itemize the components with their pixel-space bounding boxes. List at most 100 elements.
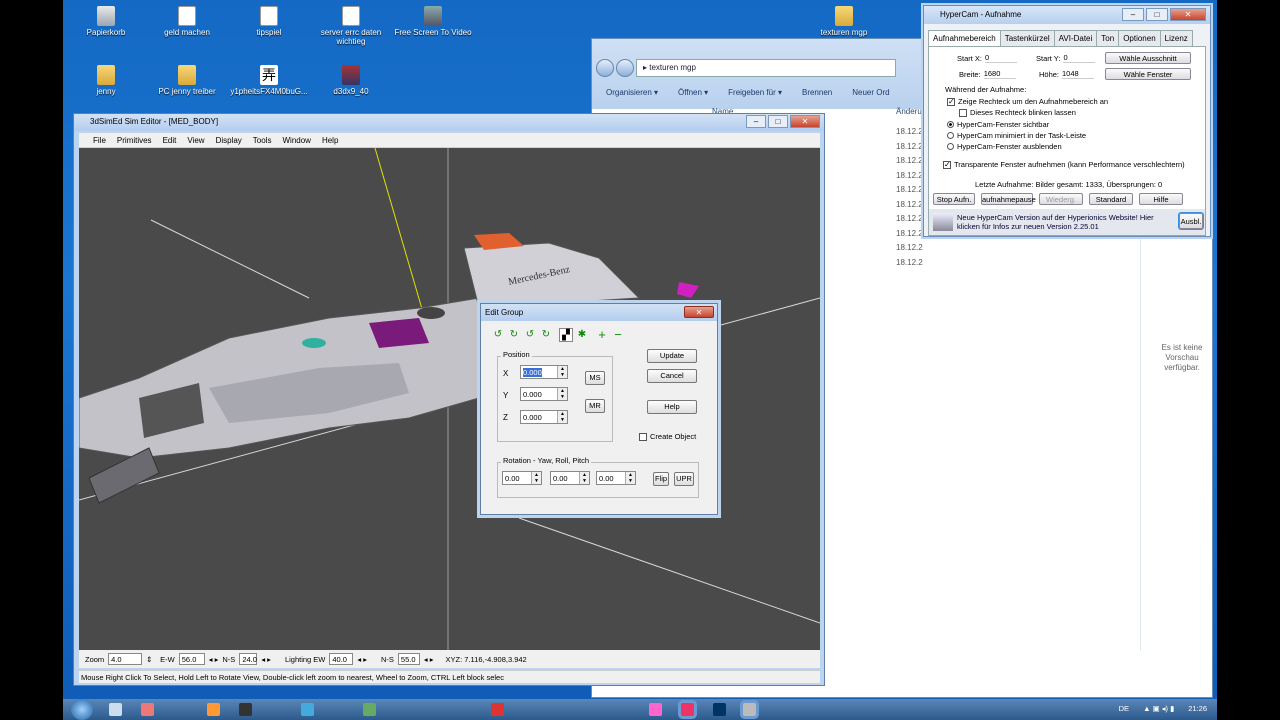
- start-y-field[interactable]: 0: [1063, 53, 1096, 63]
- close-button[interactable]: ✕: [790, 115, 820, 128]
- spinner-icon[interactable]: ▲ ▼: [625, 472, 635, 484]
- select-window-button[interactable]: Wähle Fenster: [1105, 68, 1191, 80]
- rotate-back-icon[interactable]: ↺: [523, 328, 537, 342]
- filezilla-taskbar-icon[interactable]: [491, 703, 504, 716]
- help-button[interactable]: Help: [647, 400, 697, 414]
- desktop-icon-image-file[interactable]: 弄 y1pheitsFX4M0buG...: [226, 65, 312, 96]
- ew-stepper-icon[interactable]: ◂ ▸: [209, 655, 219, 664]
- flip-button[interactable]: Flip: [653, 472, 669, 486]
- tab-ton[interactable]: Ton: [1096, 30, 1120, 46]
- breite-field[interactable]: 1680: [983, 69, 1016, 79]
- spinner-icon[interactable]: ▲ ▼: [557, 366, 567, 378]
- menu-tools[interactable]: Tools: [253, 136, 272, 145]
- maximize-button[interactable]: □: [1146, 8, 1168, 21]
- list-item[interactable]: 18.12.2: [896, 140, 923, 155]
- menu-view[interactable]: View: [187, 136, 204, 145]
- app-taskbar-icon[interactable]: [239, 703, 252, 716]
- tab-lizenz[interactable]: Lizenz: [1159, 30, 1193, 46]
- playback-button[interactable]: Wiederg.: [1039, 193, 1083, 205]
- default-button[interactable]: Standard: [1089, 193, 1133, 205]
- start-button[interactable]: [71, 699, 93, 720]
- spinner-icon[interactable]: ▲ ▼: [557, 411, 567, 423]
- menu-primitives[interactable]: Primitives: [117, 136, 152, 145]
- spinner-icon[interactable]: ▲ ▼: [531, 472, 541, 484]
- tab-optionen[interactable]: Optionen: [1118, 30, 1161, 46]
- minimize-button[interactable]: –: [1122, 8, 1144, 21]
- menu-edit[interactable]: Edit: [163, 136, 177, 145]
- app-taskbar-icon[interactable]: [649, 703, 662, 716]
- start-x-field[interactable]: 0: [985, 53, 1018, 63]
- rotate-left-icon[interactable]: ↺: [491, 328, 505, 342]
- desktop-icon-pc-jenny-treiber[interactable]: PC jenny treiber: [144, 65, 230, 96]
- rotate-forward-icon[interactable]: ↻: [539, 328, 553, 342]
- hypercam-taskbar-icon[interactable]: [743, 703, 756, 716]
- new-folder-button[interactable]: Neuer Ord: [852, 88, 889, 100]
- close-button[interactable]: ✕: [684, 306, 714, 318]
- desktop-icon-geld-machen[interactable]: geld machen: [144, 6, 230, 37]
- star-icon[interactable]: ✱: [575, 328, 589, 342]
- z-input[interactable]: 0.000 ▲ ▼: [520, 410, 568, 424]
- hide-notice-button[interactable]: Ausbl.: [1179, 213, 1203, 229]
- tab-tastenkuerzel[interactable]: Tastenkürzel: [999, 30, 1055, 46]
- simed-taskbar-icon[interactable]: [681, 703, 694, 716]
- app-taskbar-icon[interactable]: [207, 703, 220, 716]
- tray-icons[interactable]: ▲ ▣ ◂) ▮: [1143, 704, 1174, 713]
- column-header-date[interactable]: Änderu: [896, 107, 922, 116]
- pitch-input[interactable]: 0.00 ▲ ▼: [596, 471, 636, 485]
- list-item[interactable]: 18.12.2: [896, 154, 923, 169]
- roll-input[interactable]: 0.00 ▲ ▼: [550, 471, 590, 485]
- lighting-ew-field[interactable]: 40.0: [329, 653, 354, 665]
- lighting-stepper-icon[interactable]: ◂ ▸: [357, 655, 367, 664]
- transparent-checkbox[interactable]: [943, 160, 951, 169]
- create-object-checkbox[interactable]: [639, 432, 647, 441]
- desktop-icon-tipspiel[interactable]: tipspiel: [226, 6, 312, 37]
- list-item[interactable]: 18.12.2: [896, 198, 923, 213]
- ew-field[interactable]: 56.0: [178, 653, 205, 665]
- desktop-icon-texturen-mgp[interactable]: texturen mgp: [801, 6, 887, 37]
- update-button[interactable]: Update: [647, 349, 697, 363]
- pause-recording-button[interactable]: aufnahmepause: [981, 193, 1036, 205]
- desktop-icon-d3dx9[interactable]: d3dx9_40: [308, 65, 394, 96]
- minus-icon[interactable]: −: [611, 328, 625, 342]
- burn-button[interactable]: Brennen: [802, 88, 832, 100]
- lighting-ns-stepper-icon[interactable]: ◂ ▸: [424, 655, 434, 664]
- spin-icon[interactable]: ⇕: [146, 655, 156, 664]
- desktop-icon-free-screen-to-video[interactable]: Free Screen To Video: [390, 6, 476, 37]
- cancel-button[interactable]: Cancel: [647, 369, 697, 383]
- menu-file[interactable]: File: [93, 136, 106, 145]
- zoom-field[interactable]: 4.0: [108, 653, 143, 665]
- stop-recording-button[interactable]: Stop Aufn.: [933, 193, 975, 205]
- list-item[interactable]: 18.12.2: [896, 183, 923, 198]
- hoehe-field[interactable]: 1048: [1062, 69, 1095, 79]
- firefox-taskbar-icon[interactable]: [141, 703, 154, 716]
- list-item[interactable]: 18.12.2: [896, 212, 923, 227]
- menu-window[interactable]: Window: [282, 136, 310, 145]
- share-menu[interactable]: Freigeben für ▾: [728, 88, 782, 100]
- yaw-input[interactable]: 0.00 ▲ ▼: [502, 471, 542, 485]
- help-button[interactable]: Hilfe: [1139, 193, 1183, 205]
- maximize-button[interactable]: □: [768, 115, 788, 128]
- window-visible-radio[interactable]: [947, 121, 954, 128]
- desktop-icon-recycle-bin[interactable]: Papierkorb: [63, 6, 149, 37]
- dialog-titlebar[interactable]: Edit Group ✕: [481, 304, 717, 321]
- select-region-button[interactable]: Wähle Ausschnitt: [1105, 52, 1191, 64]
- minimized-radio[interactable]: [947, 132, 954, 139]
- update-notice[interactable]: Neue HyperCam Version auf der Hyperionic…: [957, 213, 1177, 231]
- address-bar[interactable]: ▸ texturen mgp: [636, 59, 896, 77]
- list-item[interactable]: 18.12.2: [896, 241, 923, 256]
- tab-aufnahmebereich[interactable]: Aufnahmebereich: [928, 30, 1001, 46]
- spinner-icon[interactable]: ▲ ▼: [557, 388, 567, 400]
- menu-help[interactable]: Help: [322, 136, 338, 145]
- ns-field[interactable]: 24.0: [239, 653, 258, 665]
- mr-button[interactable]: MR: [585, 399, 605, 413]
- show-rect-checkbox[interactable]: [947, 97, 955, 106]
- rotate-right-icon[interactable]: ↻: [507, 328, 521, 342]
- app-taskbar-icon[interactable]: [363, 703, 376, 716]
- desktop-icon-jenny[interactable]: jenny: [63, 65, 149, 96]
- organize-menu[interactable]: Organisieren ▾: [606, 88, 658, 100]
- language-indicator[interactable]: DE: [1119, 704, 1129, 713]
- upr-button[interactable]: UPR: [674, 472, 694, 486]
- app-taskbar-icon[interactable]: [301, 703, 314, 716]
- list-item[interactable]: 18.12.2: [896, 227, 923, 242]
- plus-icon[interactable]: +: [595, 328, 609, 342]
